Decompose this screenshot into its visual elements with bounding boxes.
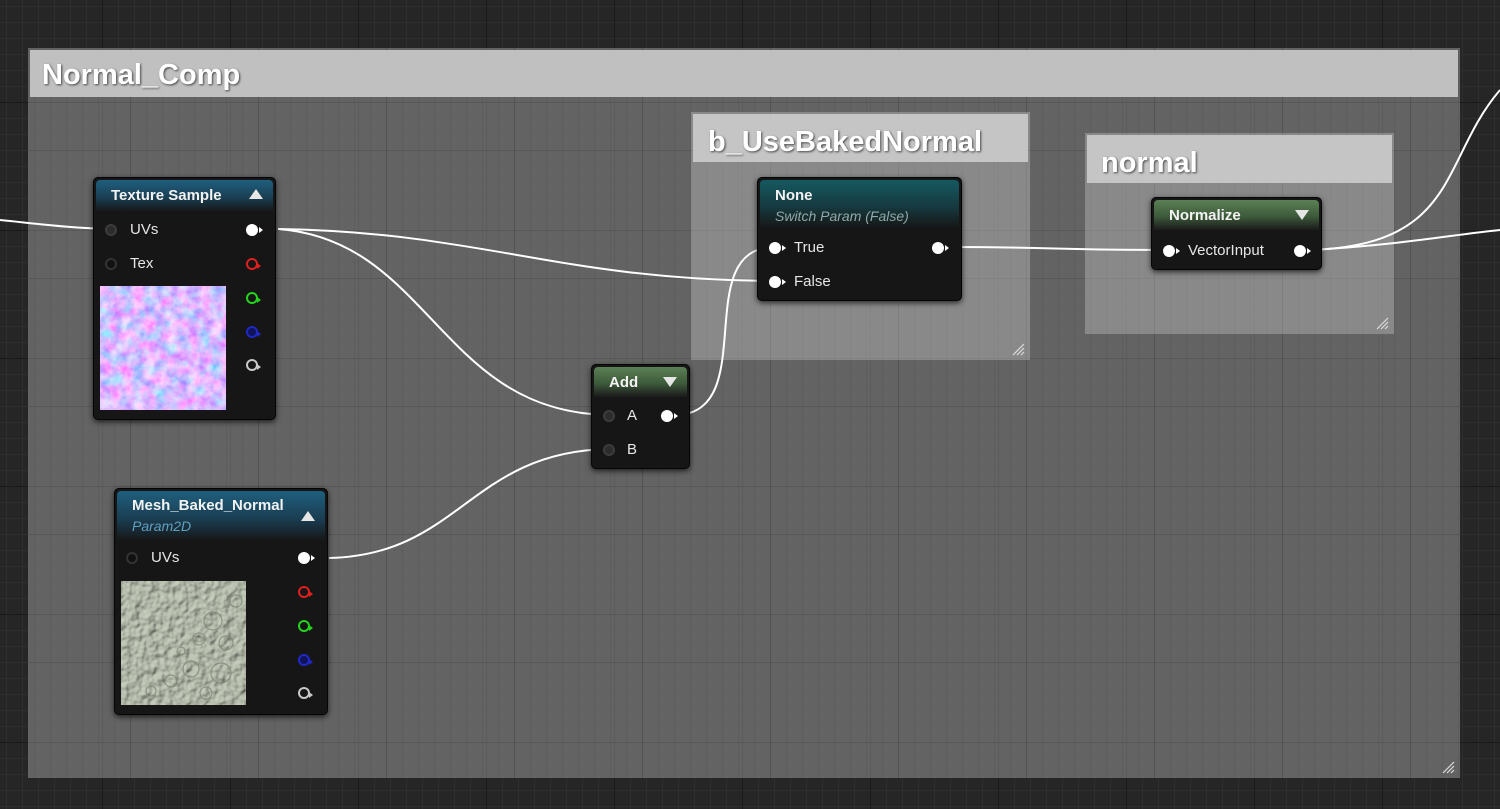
wire-texture-rgb-to-add-a[interactable]	[277, 228, 609, 416]
node-title: Texture Sample	[111, 187, 222, 204]
pin-output-rgb[interactable]	[298, 552, 315, 564]
normal-map-thumbnail	[100, 286, 226, 410]
pin-output[interactable]	[661, 410, 678, 422]
node-normalize[interactable]: Normalize VectorInput	[1151, 197, 1322, 270]
pin-input-a[interactable]	[603, 410, 615, 422]
pin-output-rgb[interactable]	[246, 224, 263, 236]
pin-output-r[interactable]	[298, 586, 313, 598]
node-header[interactable]: Add	[594, 367, 687, 397]
pin-output[interactable]	[1294, 245, 1311, 257]
pin-input-vectorinput[interactable]	[1163, 245, 1180, 257]
node-header[interactable]: None Switch Param (False)	[760, 180, 959, 228]
node-title: Normalize	[1169, 207, 1241, 224]
baked-normal-thumbnail	[121, 581, 246, 705]
pin-output[interactable]	[932, 242, 949, 254]
node-subtitle: Param2D	[132, 518, 192, 534]
wire-switch-to-normalize[interactable]	[949, 246, 1169, 251]
pin-label-false: False	[794, 273, 831, 290]
wire-normalize-out-upper[interactable]	[1309, 89, 1500, 251]
pin-output-g[interactable]	[298, 620, 313, 632]
node-header[interactable]: Mesh_Baked_Normal Param2D	[117, 491, 325, 541]
wire-baked-rgb-to-add-b[interactable]	[328, 448, 609, 559]
pin-output-b[interactable]	[298, 654, 313, 666]
pin-label-b: B	[627, 441, 638, 458]
pin-input-uvs[interactable]	[105, 224, 117, 236]
pin-output-b[interactable]	[246, 326, 261, 338]
node-title: None	[775, 187, 813, 204]
pin-input-tex[interactable]	[105, 258, 117, 270]
pin-input-b[interactable]	[603, 444, 615, 456]
pin-label-a: A	[627, 407, 638, 424]
node-mesh-baked-normal[interactable]: Mesh_Baked_Normal Param2D UVs	[114, 488, 328, 715]
node-title: Mesh_Baked_Normal	[132, 497, 284, 514]
pin-label-uvs: UVs	[130, 221, 159, 238]
pin-output-a[interactable]	[298, 687, 313, 699]
collapse-arrow-icon[interactable]	[301, 511, 315, 521]
expand-arrow-icon[interactable]	[663, 377, 677, 387]
node-texture-sample[interactable]: Texture Sample UVs Tex	[93, 177, 276, 420]
pin-label-true: True	[794, 239, 825, 256]
node-switch-param[interactable]: None Switch Param (False) True False	[757, 177, 962, 301]
node-title: Add	[609, 374, 639, 391]
node-header[interactable]: Normalize	[1154, 200, 1319, 230]
node-subtitle: Switch Param (False)	[775, 208, 909, 224]
node-header[interactable]: Texture Sample	[96, 180, 273, 212]
collapse-arrow-icon[interactable]	[249, 189, 263, 199]
pin-output-a[interactable]	[246, 359, 261, 371]
wire-texture-rgb-to-switch-false[interactable]	[277, 228, 775, 282]
pin-output-r[interactable]	[246, 258, 261, 270]
pin-label-uvs: UVs	[151, 549, 180, 566]
node-add[interactable]: Add A B	[591, 364, 690, 469]
pin-input-false[interactable]	[769, 276, 786, 288]
pin-output-g[interactable]	[246, 292, 261, 304]
pin-label-tex: Tex	[130, 255, 154, 272]
pin-input-true[interactable]	[769, 242, 786, 254]
pin-input-uvs[interactable]	[126, 552, 138, 564]
expand-arrow-icon[interactable]	[1295, 210, 1309, 220]
pin-label-vectorinput: VectorInput	[1188, 242, 1264, 259]
